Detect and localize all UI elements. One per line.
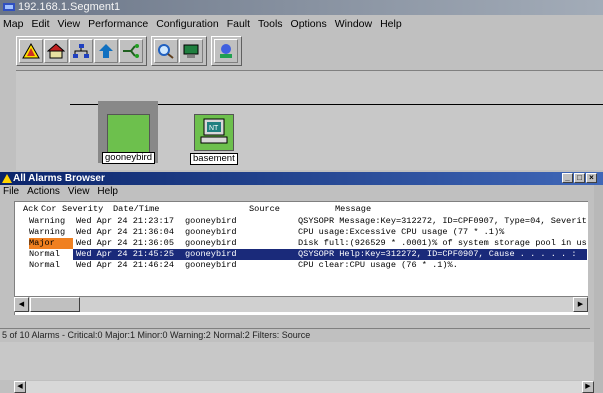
network-app-icon bbox=[3, 3, 15, 11]
network-icon[interactable] bbox=[69, 39, 93, 63]
row-message: Disk full:(926529 * .0001)% of system st… bbox=[298, 238, 587, 248]
home-icon[interactable] bbox=[44, 39, 68, 63]
alarm-triangle-icon[interactable] bbox=[19, 39, 43, 63]
table-row[interactable]: Major Wed Apr 24 21:36:05 gooneybird Dis… bbox=[15, 238, 587, 249]
menu-options[interactable]: Options bbox=[287, 16, 331, 32]
menu-view[interactable]: View bbox=[54, 16, 85, 32]
monitor-icon[interactable] bbox=[179, 39, 203, 63]
toolbar bbox=[16, 36, 246, 66]
menu-tools[interactable]: Tools bbox=[254, 16, 287, 32]
toolbar-group-tools bbox=[151, 36, 207, 66]
tool-icon[interactable] bbox=[214, 39, 238, 63]
column-date[interactable]: Date/Time bbox=[113, 204, 159, 215]
alarms-detail-pane bbox=[0, 342, 603, 380]
menu-configuration[interactable]: Configuration bbox=[152, 16, 222, 32]
menu-window[interactable]: Window bbox=[331, 16, 376, 32]
row-severity: Normal bbox=[15, 249, 73, 260]
row-date: Wed Apr 24 21:46:24 bbox=[76, 260, 174, 270]
computer-icon: NT bbox=[200, 118, 228, 144]
menu-help[interactable]: Help bbox=[376, 16, 406, 32]
main-vertical-scrollbar[interactable] bbox=[594, 185, 603, 393]
minimize-button[interactable]: _ bbox=[562, 173, 573, 183]
row-source: gooneybird bbox=[185, 216, 237, 226]
menu-alarms-help[interactable]: Help bbox=[93, 185, 122, 199]
node-basement-label: basement bbox=[190, 153, 238, 165]
row-severity: Normal bbox=[29, 260, 60, 270]
alarms-title: All Alarms Browser bbox=[13, 173, 105, 184]
row-message: QSYSOPR Message:Key=312272, ID=CPF0907, … bbox=[298, 216, 587, 226]
table-row[interactable]: Warning Wed Apr 24 21:36:04 gooneybird C… bbox=[15, 227, 504, 238]
menu-alarms-view[interactable]: View bbox=[64, 185, 94, 199]
row-date: Wed Apr 24 21:36:05 bbox=[76, 238, 174, 248]
main-menu-bar: Map Edit View Performance Configuration Fault… bbox=[0, 16, 603, 32]
scroll-right-icon[interactable]: ▶ bbox=[573, 297, 588, 312]
menu-edit[interactable]: Edit bbox=[27, 16, 53, 32]
alarms-list-header: Ack Cor Severity Date/Time Source Messag… bbox=[15, 204, 371, 215]
row-date: Wed Apr 24 21:45:25 bbox=[76, 249, 174, 259]
menu-file[interactable]: File bbox=[0, 185, 23, 199]
table-row-selected[interactable]: Normal Wed Apr 24 21:45:25 gooneybird QS… bbox=[15, 249, 587, 260]
menu-actions[interactable]: Actions bbox=[23, 185, 64, 199]
row-severity: Warning bbox=[29, 216, 66, 226]
menu-performance[interactable]: Performance bbox=[84, 16, 152, 32]
row-severity: Warning bbox=[29, 227, 66, 237]
toolbar-group-config bbox=[211, 36, 242, 66]
network-map: gooneybird NT basement bbox=[16, 70, 603, 170]
warning-icon bbox=[2, 174, 12, 183]
table-row[interactable]: Normal Wed Apr 24 21:46:24 gooneybird CP… bbox=[15, 260, 458, 271]
up-arrow-icon[interactable] bbox=[94, 39, 118, 63]
menu-fault[interactable]: Fault bbox=[223, 16, 254, 32]
column-message[interactable]: Message bbox=[335, 204, 371, 215]
row-severity: Major bbox=[29, 238, 73, 249]
alarms-menu-bar: File Actions View Help bbox=[0, 185, 603, 199]
node-gooneybird-label: gooneybird bbox=[102, 152, 156, 164]
main-horizontal-scrollbar[interactable]: ◀ ▶ bbox=[14, 381, 594, 393]
maximize-button[interactable]: □ bbox=[574, 173, 585, 183]
row-message: CPU clear:CPU usage (76 * .1)%. bbox=[298, 260, 458, 270]
close-button[interactable]: × bbox=[586, 173, 597, 183]
scroll-left-icon[interactable]: ◀ bbox=[14, 297, 29, 312]
table-row[interactable]: Warning Wed Apr 24 21:23:17 gooneybird Q… bbox=[15, 216, 587, 227]
row-source: gooneybird bbox=[185, 249, 237, 259]
column-ack[interactable]: Ack bbox=[23, 204, 38, 215]
main-title-bar[interactable]: 192.168.1.Segment1 bbox=[0, 0, 603, 15]
connect-icon[interactable] bbox=[119, 39, 143, 63]
row-date: Wed Apr 24 21:23:17 bbox=[76, 216, 174, 226]
row-date: Wed Apr 24 21:36:04 bbox=[76, 227, 174, 237]
alarms-title-bar[interactable]: All Alarms Browser _ □ × bbox=[0, 172, 603, 185]
main-title: 192.168.1.Segment1 bbox=[18, 1, 121, 13]
svg-text:NT: NT bbox=[209, 125, 219, 132]
scroll-left-icon[interactable]: ◀ bbox=[14, 381, 26, 393]
node-gooneybird-status bbox=[107, 114, 150, 154]
row-message: CPU usage:Excessive CPU usage (77 * .1)% bbox=[298, 227, 505, 237]
status-bar: 5 of 10 Alarms - Critical:0 Major:1 Mino… bbox=[0, 328, 590, 341]
node-basement[interactable]: NT bbox=[194, 114, 234, 151]
scroll-thumb[interactable] bbox=[30, 297, 80, 312]
window-controls: _ □ × bbox=[561, 173, 597, 183]
row-message: QSYSOPR Help:Key=312272, ID=CPF0907, Cau… bbox=[298, 249, 577, 259]
toolbar-group-navigation bbox=[16, 36, 147, 66]
column-cor[interactable]: Cor bbox=[41, 204, 56, 215]
scroll-right-icon[interactable]: ▶ bbox=[582, 381, 594, 393]
zoom-icon[interactable] bbox=[154, 39, 178, 63]
row-source: gooneybird bbox=[185, 227, 237, 237]
row-source: gooneybird bbox=[185, 260, 237, 270]
node-gooneybird[interactable]: gooneybird bbox=[98, 101, 158, 164]
alarms-horizontal-scrollbar[interactable]: ◀ ▶ bbox=[14, 296, 588, 312]
column-severity[interactable]: Severity bbox=[62, 204, 103, 215]
row-source: gooneybird bbox=[185, 238, 237, 248]
column-source[interactable]: Source bbox=[249, 204, 280, 215]
menu-map[interactable]: Map bbox=[0, 16, 27, 32]
